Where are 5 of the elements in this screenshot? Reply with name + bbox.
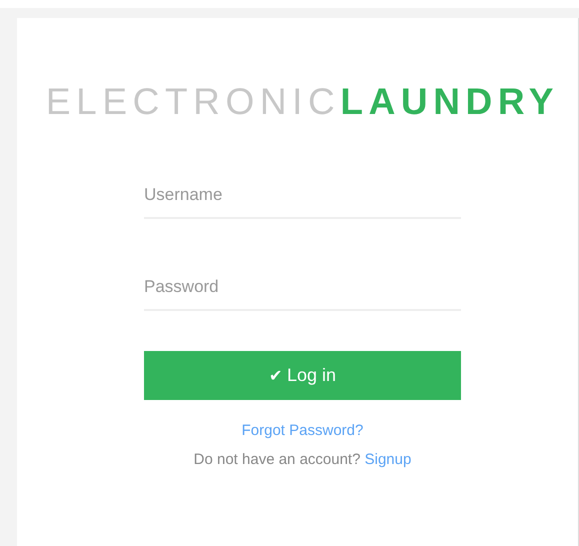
login-button[interactable]: ✔ Log in — [144, 351, 461, 400]
signup-link[interactable]: Signup — [364, 451, 412, 468]
forgot-password-link[interactable]: Forgot Password? — [242, 422, 364, 439]
check-icon: ✔ — [268, 368, 282, 385]
signup-prompt: Do not have an account? — [194, 451, 360, 468]
